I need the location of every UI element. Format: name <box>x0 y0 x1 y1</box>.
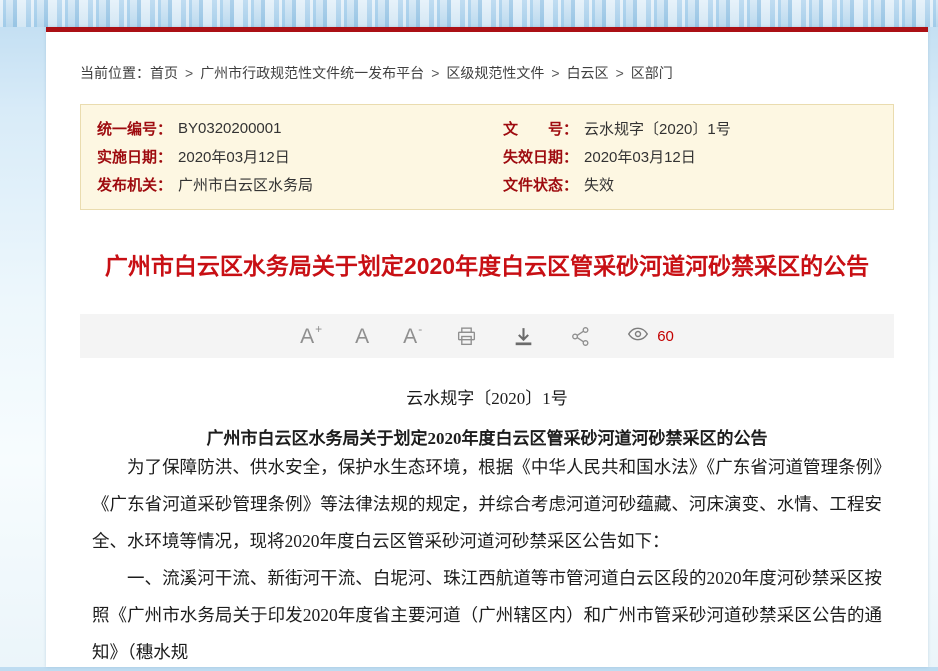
meta-issuing-agency-value: 广州市白云区水务局 <box>178 174 313 195</box>
content-panel: 当前位置：首页 > 广州市行政规范性文件统一发布平台 > 区级规范性文件 > 白云区 > 区部门… <box>46 27 928 667</box>
document-number-line: 云水规字〔2020〕1号 <box>92 384 882 409</box>
meta-expiry-date: 失效日期： 2020年03月12日 <box>487 142 893 170</box>
document-title-line: 广州市白云区水务局关于划定2020年度白云区管采砂河道河砂禁采区的公告 <box>92 424 882 449</box>
breadcrumb-item-district-files[interactable]: 区级规范性文件 <box>446 65 544 81</box>
share-icon <box>569 325 592 348</box>
meta-file-status-label: 文件状态： <box>503 174 578 195</box>
eye-icon <box>626 322 650 351</box>
breadcrumb-item-department[interactable]: 区部门 <box>631 65 673 81</box>
breadcrumb-separator: > <box>431 65 439 81</box>
breadcrumb-item-baiyun[interactable]: 白云区 <box>567 65 609 81</box>
document-paragraph: 一、流溪河干流、新街河干流、白坭河、珠江西航道等市管河道白云区段的2020年度河… <box>92 560 882 671</box>
minus-icon: - <box>418 323 422 335</box>
font-default-letter: A <box>355 326 369 347</box>
meta-unified-number-label: 统一编号： <box>97 118 172 139</box>
font-increase-letter: A <box>300 326 314 347</box>
meta-effective-date-label: 实施日期： <box>97 146 172 167</box>
breadcrumb-item-home[interactable]: 首页 <box>150 65 178 81</box>
breadcrumb: 当前位置：首页 > 广州市行政规范性文件统一发布平台 > 区级规范性文件 > 白云区 > 区部门 <box>46 32 928 83</box>
font-decrease-button[interactable]: A- <box>403 326 421 347</box>
breadcrumb-separator: > <box>616 65 624 81</box>
font-decrease-letter: A <box>403 326 417 347</box>
document-paragraph: 为了保障防洪、供水安全，保护水生态环境，根据《中华人民共和国水法》《广东省河道管… <box>92 449 882 560</box>
meta-doc-number: 文 号： 云水规字〔2020〕1号 <box>487 114 893 142</box>
breadcrumb-label: 当前位置： <box>80 65 150 81</box>
meta-file-status: 文件状态： 失效 <box>487 170 893 198</box>
print-button[interactable] <box>455 325 478 348</box>
font-increase-button[interactable]: A+ <box>300 326 321 347</box>
meta-file-status-value: 失效 <box>584 174 614 195</box>
header-cityscape-banner <box>0 0 938 27</box>
download-icon <box>512 325 535 348</box>
meta-issuing-agency: 发布机关： 广州市白云区水务局 <box>81 170 487 198</box>
meta-unified-number-value: BY0320200001 <box>178 120 281 137</box>
download-button[interactable] <box>512 325 535 348</box>
document-body: 云水规字〔2020〕1号 广州市白云区水务局关于划定2020年度白云区管采砂河道… <box>92 384 882 671</box>
meta-unified-number: 统一编号： BY0320200001 <box>81 114 487 142</box>
breadcrumb-separator: > <box>551 65 559 81</box>
breadcrumb-separator: > <box>185 65 193 81</box>
meta-doc-number-value: 云水规字〔2020〕1号 <box>584 118 731 139</box>
meta-issuing-agency-label: 发布机关： <box>97 174 172 195</box>
meta-effective-date-value: 2020年03月12日 <box>178 146 290 167</box>
font-default-button[interactable]: A <box>355 326 369 347</box>
meta-effective-date: 实施日期： 2020年03月12日 <box>81 142 487 170</box>
page-title: 广州市白云区水务局关于划定2020年度白云区管采砂河道河砂禁采区的公告 <box>104 250 870 283</box>
meta-expiry-date-label: 失效日期： <box>503 146 578 167</box>
breadcrumb-item-platform[interactable]: 广州市行政规范性文件统一发布平台 <box>200 65 424 81</box>
meta-doc-number-label: 文 号： <box>503 118 578 139</box>
meta-expiry-date-value: 2020年03月12日 <box>584 146 696 167</box>
views-counter: 60 <box>626 322 674 351</box>
share-button[interactable] <box>569 325 592 348</box>
plus-icon: + <box>315 323 322 335</box>
views-count: 60 <box>657 328 674 345</box>
document-meta-table: 统一编号： BY0320200001 文 号： 云水规字〔2020〕1号 实施日… <box>80 104 894 210</box>
printer-icon <box>455 325 478 348</box>
toolbar: A+ A A- <box>80 314 894 358</box>
